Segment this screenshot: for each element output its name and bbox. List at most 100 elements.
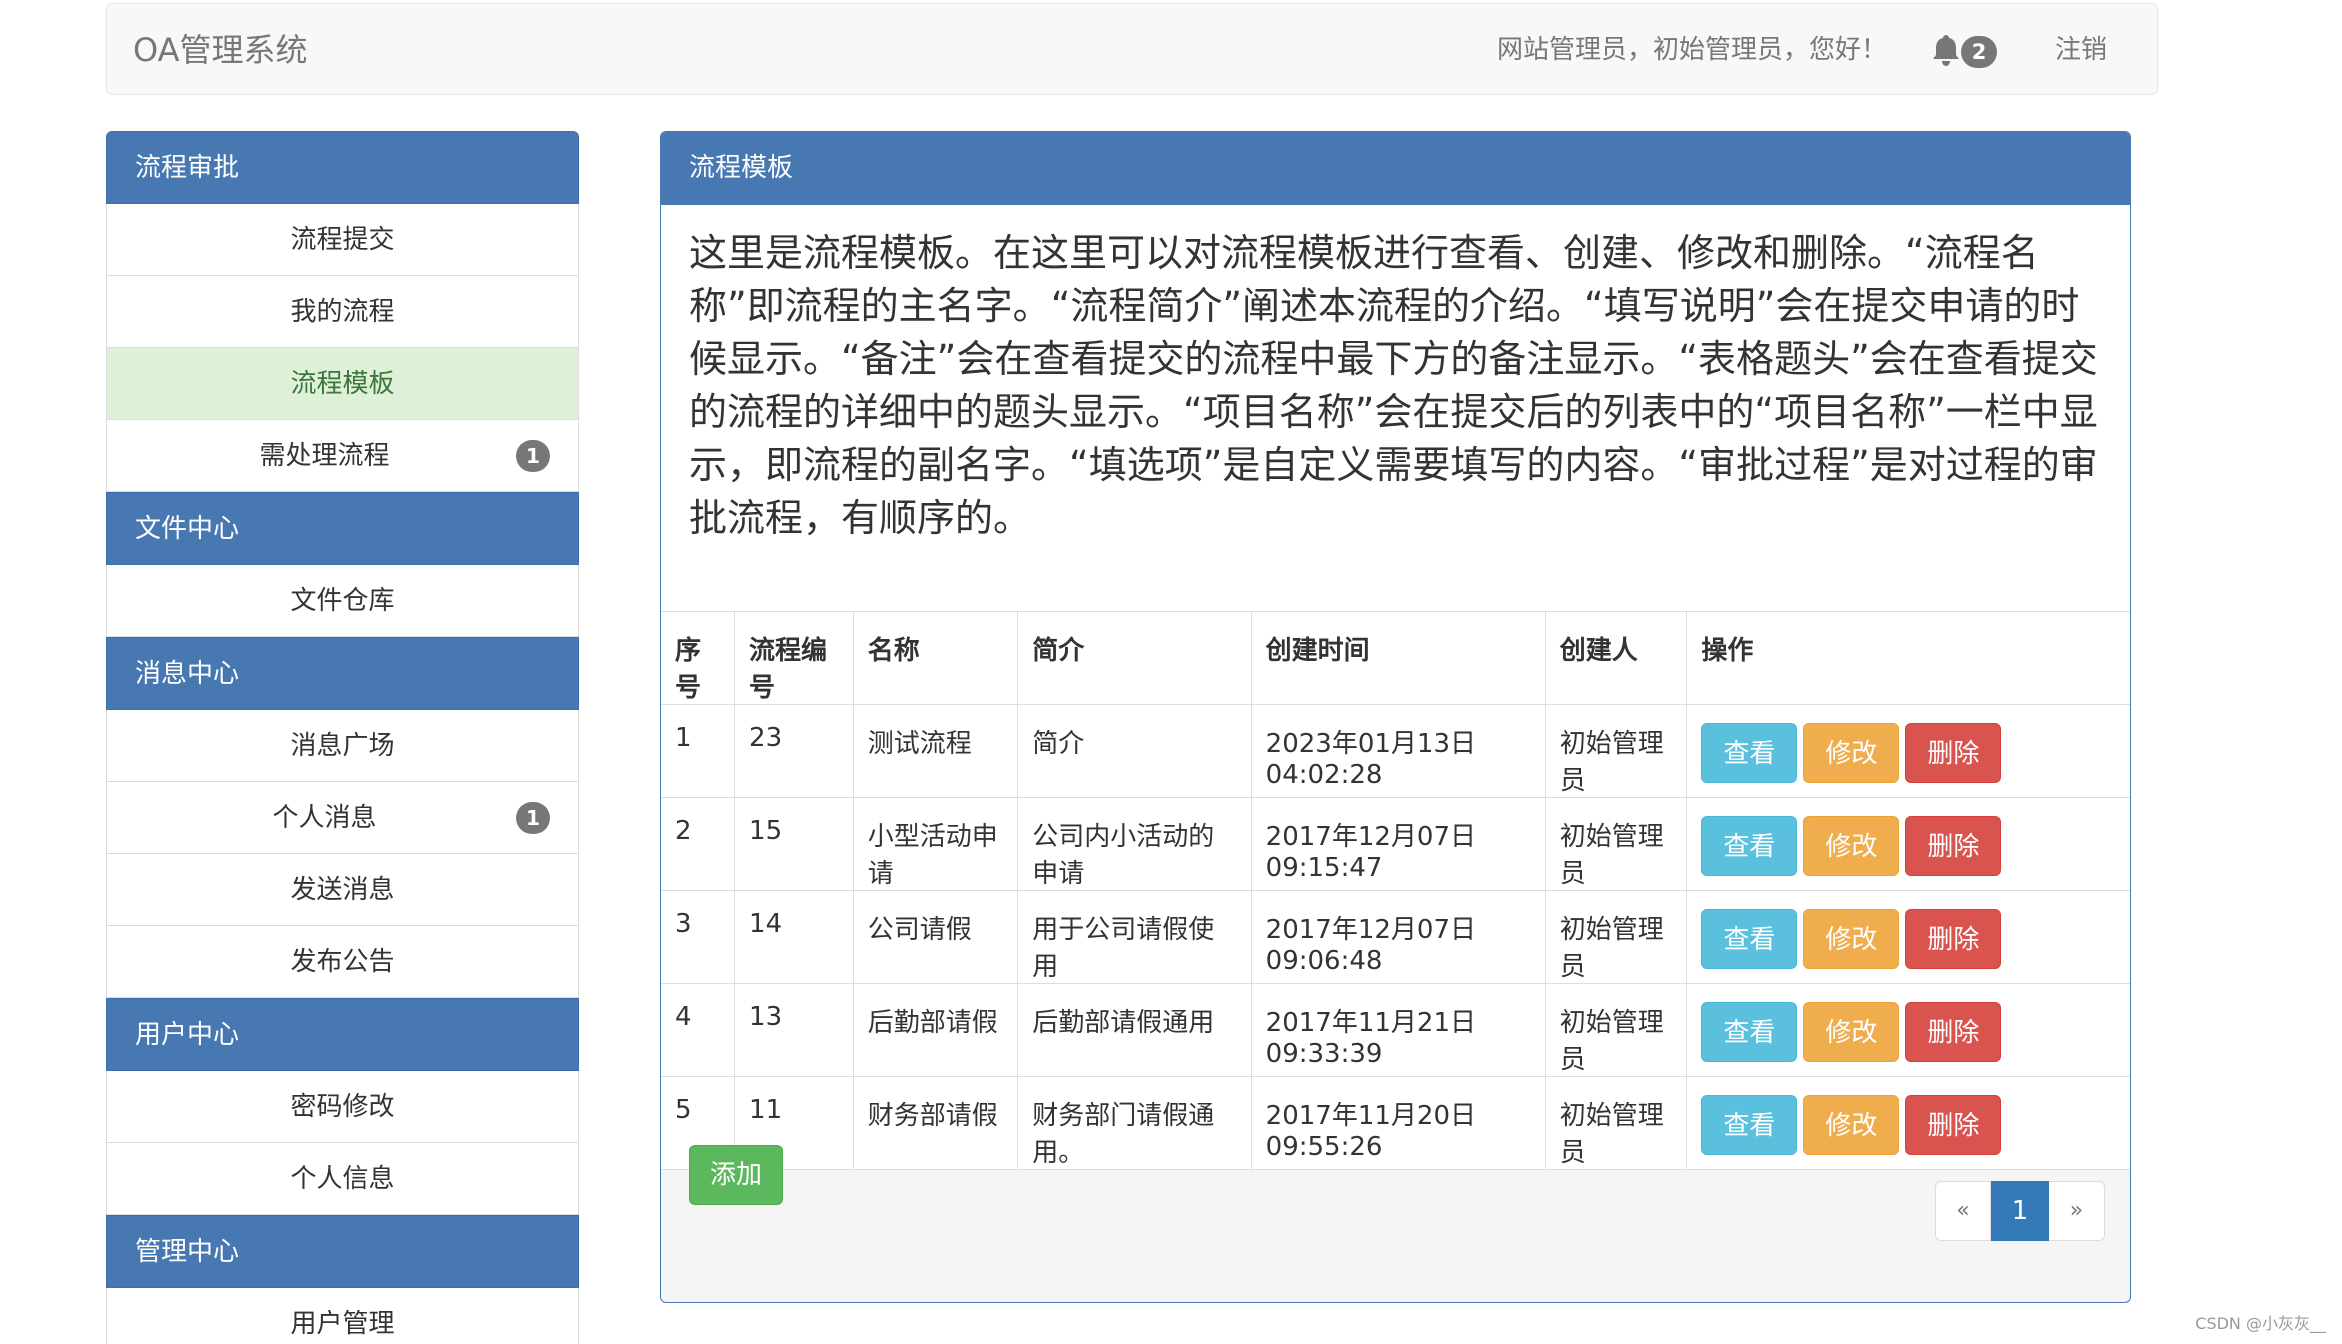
sidebar-section-title: 流程审批	[106, 131, 579, 204]
edit-button[interactable]: 修改	[1803, 1002, 1899, 1062]
table-cell: 4	[661, 984, 735, 1077]
table-cell: 2	[661, 798, 735, 891]
table-row: 511财务部请假财务部门请假通用。2017年11月20日 09:55:26初始管…	[661, 1077, 2130, 1170]
pager-page-current[interactable]: 1	[1991, 1181, 2049, 1241]
edit-button[interactable]: 修改	[1803, 1095, 1899, 1155]
brand-title[interactable]: OA管理系统	[133, 4, 308, 96]
sidebar-item-label: 密码修改	[290, 1092, 394, 1122]
sidebar-item-label: 流程提交	[290, 225, 394, 255]
sidebar-item-label: 用户管理	[290, 1309, 394, 1339]
table-cell: 测试流程	[853, 705, 1018, 798]
table-cell: 初始管理员	[1545, 705, 1687, 798]
table-cell: 14	[735, 891, 854, 984]
pager-prev[interactable]: «	[1935, 1181, 1991, 1241]
sidebar-item[interactable]: 发布公告	[106, 926, 579, 998]
sidebar-item[interactable]: 个人信息	[106, 1143, 579, 1215]
table-cell: 15	[735, 798, 854, 891]
sidebar-item-label: 个人消息	[272, 803, 376, 833]
column-header: 名称	[853, 612, 1018, 705]
table-cell: 初始管理员	[1545, 798, 1687, 891]
sidebar-item-label: 发布公告	[290, 947, 394, 977]
table-header-row: 序号流程编号名称简介创建时间创建人操作	[661, 612, 2130, 705]
table-cell: 2023年01月13日 04:02:28	[1251, 705, 1545, 798]
table-row: 123测试流程简介2023年01月13日 04:02:28初始管理员查看修改删除	[661, 705, 2130, 798]
sidebar-item[interactable]: 密码修改	[106, 1071, 579, 1143]
column-header: 创建时间	[1251, 612, 1545, 705]
sidebar-item[interactable]: 我的流程	[106, 276, 579, 348]
view-button[interactable]: 查看	[1701, 909, 1797, 969]
sidebar-item-label: 流程模板	[290, 369, 394, 399]
table-cell: 后勤部请假	[853, 984, 1018, 1077]
table-cell: 公司请假	[853, 891, 1018, 984]
sidebar-item[interactable]: 个人消息1	[106, 782, 579, 854]
table-cell: 简介	[1018, 705, 1251, 798]
view-button[interactable]: 查看	[1701, 1002, 1797, 1062]
sidebar-section-title: 用户中心	[106, 998, 579, 1071]
table-row: 314公司请假用于公司请假使用2017年12月07日 09:06:48初始管理员…	[661, 891, 2130, 984]
table-cell: 财务部门请假通用。	[1018, 1077, 1251, 1170]
table-row: 215小型活动申请公司内小活动的申请2017年12月07日 09:15:47初始…	[661, 798, 2130, 891]
table-cell: 13	[735, 984, 854, 1077]
sidebar-item[interactable]: 流程模板	[106, 348, 579, 420]
delete-button[interactable]: 删除	[1905, 1002, 2001, 1062]
notification-badge[interactable]: 2	[1961, 36, 1997, 68]
row-actions: 查看修改删除	[1687, 798, 2130, 891]
sidebar-item-label: 消息广场	[290, 731, 394, 761]
view-button[interactable]: 查看	[1701, 723, 1797, 783]
user-greeting: 网站管理员，初始管理员，您好！	[1497, 4, 1887, 96]
sidebar-item[interactable]: 需处理流程1	[106, 420, 579, 492]
sidebar-item[interactable]: 流程提交	[106, 204, 579, 276]
top-navbar: OA管理系统 网站管理员，初始管理员，您好！ 2 注销	[106, 3, 2158, 95]
table-cell: 23	[735, 705, 854, 798]
table-cell: 2017年12月07日 09:06:48	[1251, 891, 1545, 984]
table-cell: 2017年11月20日 09:55:26	[1251, 1077, 1545, 1170]
sidebar-item-label: 文件仓库	[290, 586, 394, 616]
column-header: 序号	[661, 612, 735, 705]
table-cell: 用于公司请假使用	[1018, 891, 1251, 984]
sidebar-section-title: 消息中心	[106, 637, 579, 710]
sidebar-section-title: 管理中心	[106, 1215, 579, 1288]
table-cell: 初始管理员	[1545, 891, 1687, 984]
sidebar-item[interactable]: 用户管理	[106, 1288, 579, 1344]
count-badge: 1	[516, 440, 550, 472]
edit-button[interactable]: 修改	[1803, 723, 1899, 783]
table-cell: 1	[661, 705, 735, 798]
column-header: 流程编号	[735, 612, 854, 705]
table-cell: 2017年11月21日 09:33:39	[1251, 984, 1545, 1077]
pagination: « 1 »	[1935, 1181, 2105, 1241]
template-table: 序号流程编号名称简介创建时间创建人操作 123测试流程简介2023年01月13日…	[661, 611, 2130, 1170]
row-actions: 查看修改删除	[1687, 891, 2130, 984]
table-cell: 后勤部请假通用	[1018, 984, 1251, 1077]
delete-button[interactable]: 删除	[1905, 723, 2001, 783]
logout-link[interactable]: 注销	[2055, 4, 2107, 96]
sidebar-item-label: 发送消息	[290, 875, 394, 905]
row-actions: 查看修改删除	[1687, 1077, 2130, 1170]
sidebar-section-title: 文件中心	[106, 492, 579, 565]
table-cell: 初始管理员	[1545, 984, 1687, 1077]
sidebar-item[interactable]: 文件仓库	[106, 565, 579, 637]
delete-button[interactable]: 删除	[1905, 816, 2001, 876]
table-cell: 公司内小活动的申请	[1018, 798, 1251, 891]
column-header: 简介	[1018, 612, 1251, 705]
table-cell: 小型活动申请	[853, 798, 1018, 891]
table-row: 413后勤部请假后勤部请假通用2017年11月21日 09:33:39初始管理员…	[661, 984, 2130, 1077]
column-header: 操作	[1687, 612, 2130, 705]
delete-button[interactable]: 删除	[1905, 909, 2001, 969]
row-actions: 查看修改删除	[1687, 984, 2130, 1077]
pager-next[interactable]: »	[2049, 1181, 2105, 1241]
sidebar-item[interactable]: 发送消息	[106, 854, 579, 926]
edit-button[interactable]: 修改	[1803, 816, 1899, 876]
intro-text: 这里是流程模板。在这里可以对流程模板进行查看、创建、修改和删除。“流程名称”即流…	[689, 227, 2109, 545]
sidebar: 流程审批流程提交我的流程流程模板需处理流程1文件中心文件仓库消息中心消息广场个人…	[106, 131, 579, 1344]
table-cell: 财务部请假	[853, 1077, 1018, 1170]
add-button[interactable]: 添加	[689, 1145, 783, 1205]
sidebar-item[interactable]: 消息广场	[106, 710, 579, 782]
delete-button[interactable]: 删除	[1905, 1095, 2001, 1155]
table-cell: 2017年12月07日 09:15:47	[1251, 798, 1545, 891]
edit-button[interactable]: 修改	[1803, 909, 1899, 969]
watermark: CSDN @小灰灰__	[2195, 1310, 2326, 1334]
view-button[interactable]: 查看	[1701, 1095, 1797, 1155]
table-cell: 初始管理员	[1545, 1077, 1687, 1170]
sidebar-item-label: 个人信息	[290, 1164, 394, 1194]
view-button[interactable]: 查看	[1701, 816, 1797, 876]
